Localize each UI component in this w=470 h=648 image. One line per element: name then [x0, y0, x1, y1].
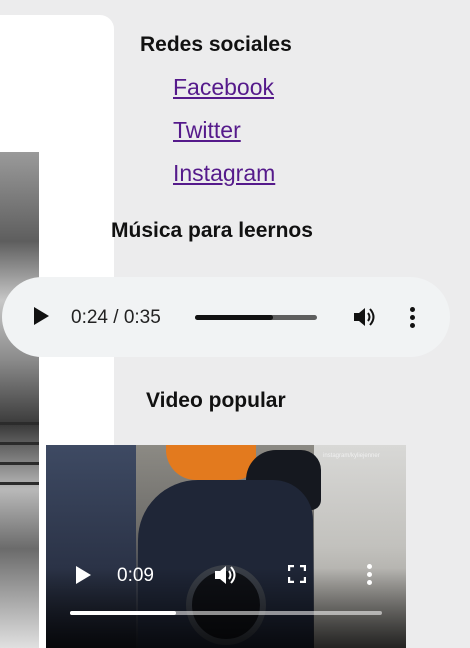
- more-options-icon[interactable]: [367, 564, 373, 588]
- audio-seek-bar[interactable]: [195, 315, 317, 320]
- video-time-display: 0:09: [117, 565, 154, 586]
- music-heading: Música para leernos: [111, 219, 313, 242]
- video-seek-bar[interactable]: [70, 611, 382, 615]
- video-watermark: instagram/kyliejenner: [323, 453, 380, 459]
- video-seek-progress: [70, 611, 177, 615]
- audio-player: 0:24 / 0:35: [2, 277, 450, 357]
- facebook-link[interactable]: Facebook: [173, 74, 274, 100]
- photo-detail: [0, 422, 39, 425]
- audio-seek-progress: [195, 315, 274, 320]
- instagram-link[interactable]: Instagram: [173, 160, 275, 186]
- more-options-icon[interactable]: [410, 307, 416, 331]
- social-heading: Redes sociales: [140, 33, 292, 56]
- video-player[interactable]: instagram/kyliejenner 0:09: [46, 445, 406, 648]
- volume-icon[interactable]: [213, 563, 241, 587]
- audio-time-display: 0:24 / 0:35: [71, 307, 161, 328]
- social-links: Facebook Twitter Instagram: [173, 74, 275, 203]
- twitter-link[interactable]: Twitter: [173, 117, 241, 143]
- photo-detail: [0, 462, 39, 465]
- volume-icon[interactable]: [352, 305, 380, 329]
- photo-detail: [0, 482, 39, 485]
- video-car-orange: [166, 445, 256, 480]
- play-icon[interactable]: [76, 566, 91, 584]
- play-icon[interactable]: [34, 307, 49, 325]
- article-photo: [0, 152, 39, 648]
- social-item: Facebook: [173, 74, 275, 117]
- social-item: Instagram: [173, 160, 275, 203]
- video-heading: Video popular: [146, 389, 286, 412]
- social-item: Twitter: [173, 117, 275, 160]
- fullscreen-icon[interactable]: [288, 565, 306, 583]
- photo-detail: [0, 442, 39, 445]
